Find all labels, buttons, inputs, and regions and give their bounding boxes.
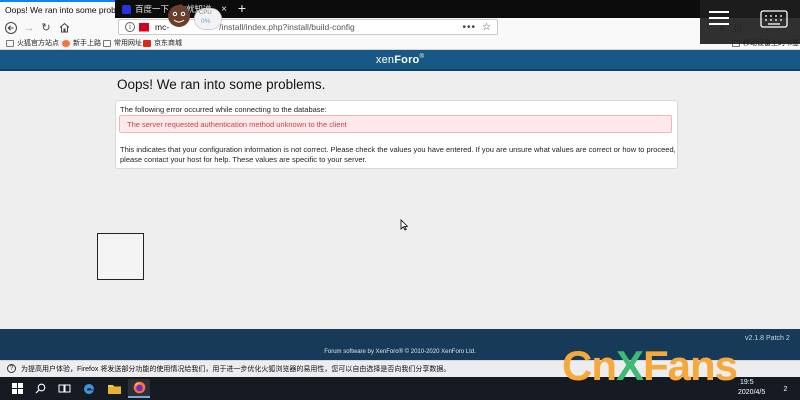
start-button[interactable] xyxy=(6,379,28,398)
jd-icon xyxy=(143,39,151,47)
error-intro: The following error occurred while conne… xyxy=(120,105,327,114)
folder-icon xyxy=(6,39,14,47)
keyboard-overlay[interactable] xyxy=(700,0,800,44)
forward-icon: → xyxy=(23,21,35,34)
clock-date[interactable]: 2020/4/5 xyxy=(738,389,765,396)
logo-xen: xen xyxy=(375,53,395,66)
bookmark-star-icon[interactable]: ☆ xyxy=(482,22,491,33)
back-button[interactable] xyxy=(3,20,19,35)
xenforo-header: xenForo® xyxy=(0,50,800,71)
folder-icon xyxy=(103,39,111,47)
search-icon xyxy=(35,383,45,394)
notification-text: 为提高用户体验，Firefox 将发送部分功能的使用情况给我们，用于进一步优化火… xyxy=(21,366,451,373)
firefox-icon xyxy=(62,39,70,47)
search-button[interactable] xyxy=(29,379,51,398)
firefox-icon xyxy=(133,381,145,394)
watermark-part2: X xyxy=(616,342,644,389)
bookmark-item[interactable]: 火狐官方站点 xyxy=(6,38,59,48)
menu-icon xyxy=(709,11,729,25)
task-view-icon xyxy=(58,384,70,393)
bookmark-label: 京东商城 xyxy=(154,40,182,47)
action-center-badge[interactable]: 2 xyxy=(780,386,791,396)
error-message: The server requested authentication meth… xyxy=(127,120,347,129)
edge-button[interactable] xyxy=(78,379,100,398)
permission-icon[interactable] xyxy=(139,22,149,32)
bookmark-label: 火狐官方站点 xyxy=(17,40,59,47)
reload-icon: ↻ xyxy=(41,22,51,34)
watermark-logo: CnXFans xyxy=(562,342,738,390)
page-title: Oops! We ran into some problems. xyxy=(117,77,326,92)
home-button[interactable] xyxy=(56,20,72,35)
clock-time[interactable]: 19:5 xyxy=(740,379,754,386)
tab-title: Oops! We ran into some problems. xyxy=(5,5,115,15)
page-actions-icon[interactable]: ••• xyxy=(463,22,477,33)
bookmark-label: 新手上路 xyxy=(73,40,101,47)
bookmark-label: 常用网址 xyxy=(114,40,142,47)
bookmarks-toolbar: 火狐官方站点 新手上路 常用网址 京东商城 移动设备上的书签 xyxy=(0,37,800,50)
firefox-taskbar-button[interactable] xyxy=(128,379,150,398)
cpu-value: 0% xyxy=(201,18,211,25)
version-text: v2.1.8 Patch 2 xyxy=(745,335,790,342)
xenforo-logo[interactable]: xenForo® xyxy=(376,54,424,66)
cpu-label: CPU xyxy=(199,10,212,16)
file-explorer-icon xyxy=(107,385,121,394)
url-path: /install/index.php?install/build-config xyxy=(219,22,355,32)
reload-button[interactable]: ↻ xyxy=(38,20,54,35)
file-explorer-button[interactable] xyxy=(103,379,125,398)
keyboard-icon xyxy=(760,10,788,28)
tab-oops[interactable]: Oops! We ran into some problems. × xyxy=(0,0,115,18)
bookmark-item[interactable]: 新手上路 xyxy=(62,38,101,48)
bookmark-item[interactable]: 常用网址 xyxy=(103,38,142,48)
info-icon[interactable]: i xyxy=(125,22,135,32)
edge-icon xyxy=(84,383,94,394)
new-tab-button[interactable]: + xyxy=(233,0,251,18)
baidu-favicon-icon xyxy=(122,4,131,14)
tab-strip: Oops! We ran into some problems. × 百度一下，… xyxy=(0,0,800,18)
floating-window[interactable] xyxy=(97,233,144,280)
home-icon xyxy=(59,22,69,33)
task-view-button[interactable] xyxy=(53,379,75,398)
bookmark-item[interactable]: 京东商城 xyxy=(143,38,182,48)
start-icon xyxy=(11,383,23,394)
watermark-part3: Fans xyxy=(643,342,738,389)
logo-foro: Foro xyxy=(394,53,420,66)
back-icon xyxy=(5,21,17,34)
error-help-text: This indicates that your configuration i… xyxy=(120,145,676,164)
mouse-cursor-icon xyxy=(400,219,408,231)
watermark-part1: Cn xyxy=(562,342,617,389)
question-icon: ? xyxy=(7,364,16,373)
forward-button[interactable]: → xyxy=(21,20,37,35)
